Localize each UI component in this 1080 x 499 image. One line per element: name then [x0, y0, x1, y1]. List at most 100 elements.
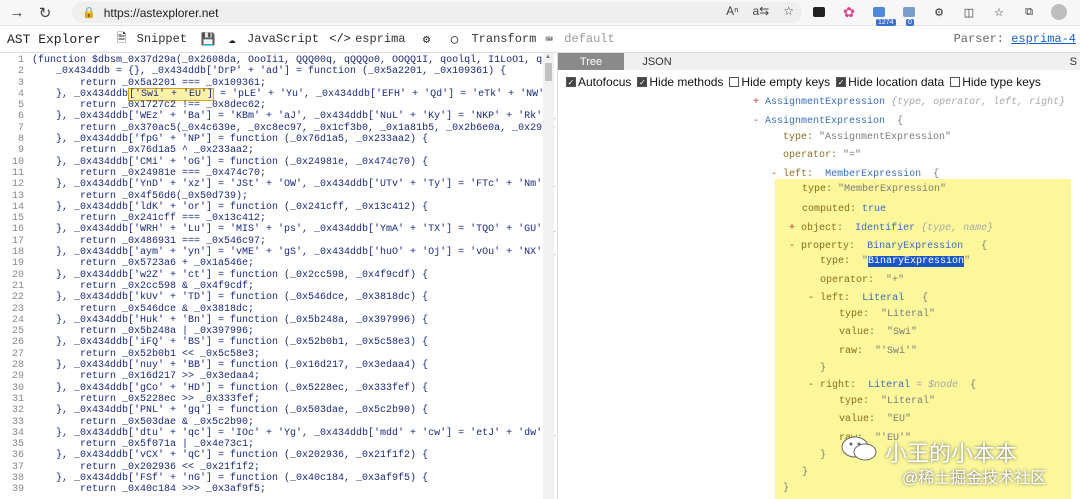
code-line[interactable]: 1 (function $dbsm_0x37d29a(_0x2608da, Ooo… [0, 55, 555, 66]
prop-value: "=" [843, 150, 862, 161]
code-line[interactable]: 10 }, _0x434ddb['CMi' + 'oG'] = function… [0, 157, 555, 168]
save-button[interactable]: 💾 [201, 32, 223, 47]
language-menu[interactable]: ☁ JavaScript [225, 32, 319, 47]
collections-icon[interactable]: ⧉ [1020, 3, 1038, 21]
collapse-toggle[interactable]: - [808, 293, 814, 304]
code-line[interactable]: 5 return _0x1727c2 !== _0x8dec62; [0, 100, 555, 111]
checkbox[interactable]: ✓ [637, 77, 648, 87]
transform-toggle[interactable]: ◯ Transform [445, 32, 536, 47]
code-line[interactable]: 27 return _0x52b0b1 << _0x5c58e3; [0, 349, 555, 360]
tab-tree[interactable]: Tree [558, 53, 624, 70]
code-line[interactable]: 11 return _0x24981e === _0x474c70; [0, 168, 555, 179]
code-line[interactable]: 30 }, _0x434ddb['gCo' + 'HD'] = function… [0, 383, 555, 394]
code-line[interactable]: 33 return _0x503dae & _0x5c2b90; [0, 417, 555, 428]
code-line[interactable]: 38 }, _0x434ddb['FSf' + 'nG'] = function… [0, 473, 555, 484]
tree-node-assignment[interactable]: - AssignmentExpression { [753, 116, 903, 127]
transform-menu[interactable]: ⌨ default [542, 32, 615, 47]
code-line[interactable]: 12 }, _0x434ddb['YnD' + 'xz'] = 'JSt' + … [0, 179, 555, 190]
tree-node-assignment-collapsed[interactable]: + AssignmentExpression {type, operator, … [753, 97, 1065, 108]
code-line[interactable]: 13 return _0x4f56d6(_0x50d739); [0, 191, 555, 202]
tree-node-literal-left[interactable]: - left: Literal { [808, 293, 928, 304]
address-bar[interactable]: 🔒 https://astexplorer.net Aⁿ a⇆ ☆ [72, 2, 802, 23]
option-hide-location-data[interactable]: ✓ Hide location data [836, 75, 944, 89]
parser-menu[interactable]: </> esprima [329, 32, 405, 46]
option-hide-empty-keys[interactable]: Hide empty keys [729, 75, 830, 89]
expand-toggle[interactable]: + [753, 97, 759, 108]
code-line[interactable]: 32 }, _0x434ddb['PNL' + 'gq'] = function… [0, 405, 555, 416]
checkbox[interactable]: ✓ [566, 77, 576, 87]
code-line[interactable]: 39 return _0x40c184 >>> _0x3af9f5; [0, 484, 555, 495]
code-line[interactable]: 21 return _0x2cc598 & _0x4f9cdf; [0, 281, 555, 292]
code-line[interactable]: 18 }, _0x434ddb['aym' + 'yn'] = 'vME' + … [0, 247, 555, 258]
read-aloud-icon[interactable]: Aⁿ [726, 4, 738, 18]
tree-node-literal-right[interactable]: - right: Literal = $node { [808, 380, 976, 391]
prop-raw: raw: "'Swi'" [839, 346, 917, 357]
url-text[interactable]: https://astexplorer.net [104, 6, 219, 20]
scroll-up-icon[interactable]: ▲ [545, 54, 551, 60]
collapse-toggle[interactable]: - [771, 169, 777, 180]
editor-scrollbar[interactable]: ▲ [543, 53, 554, 499]
tree-node-left-member[interactable]: - left: MemberExpression { [771, 169, 939, 180]
line-number: 22 [11, 292, 24, 304]
code-line[interactable]: 31 return _0x5228ec >> _0x333fef; [0, 394, 555, 405]
split-screen-icon[interactable]: ◫ [960, 3, 978, 21]
tab-json[interactable]: JSON [624, 53, 690, 70]
scroll-thumb[interactable] [545, 63, 552, 81]
option-autofocus[interactable]: ✓ Autofocus [566, 75, 631, 89]
code-line[interactable]: 22 }, _0x434ddb['kUv' + 'TD'] = function… [0, 292, 555, 303]
code-line[interactable]: 20 }, _0x434ddb['w2Z' + 'ct'] = function… [0, 270, 555, 281]
code-line[interactable]: 3 return _0x5a2201 === _0x109361; [0, 78, 555, 89]
tree-node-property[interactable]: - property: BinaryExpression { [789, 241, 987, 252]
extension-flower-icon[interactable]: ✿ [840, 3, 858, 21]
checkbox[interactable]: ✓ [836, 77, 847, 87]
code-line[interactable]: 4 }, _0x434ddb['Swi' + 'EU'] = 'pLE' + '… [0, 87, 555, 101]
code-line[interactable]: 29 return _0x16d217 >> _0x3edaa4; [0, 371, 555, 382]
collapse-toggle[interactable]: - [753, 116, 759, 127]
favorites-icon[interactable]: ☆ [990, 3, 1008, 21]
translate-icon[interactable]: a⇆ [753, 4, 770, 18]
code-line[interactable]: 9 return _0x76d1a5 ^ _0x233aa2; [0, 145, 555, 156]
code-line[interactable]: 24 }, _0x434ddb['Huk' + 'Bn'] = function… [0, 315, 555, 326]
code-line[interactable]: 35 return _0x5f071a | _0x4e73c1; [0, 439, 555, 450]
code-line[interactable]: 34 }, _0x434ddb['dtu' + 'qc'] = 'IOc' + … [0, 428, 555, 439]
code-line[interactable]: 28 }, _0x434ddb['nuy' + 'BB'] = function… [0, 360, 555, 371]
extension-black-icon[interactable] [810, 3, 828, 21]
profile-avatar[interactable] [1050, 3, 1068, 21]
option-hide-methods[interactable]: ✓ Hide methods [637, 75, 723, 89]
collapse-toggle[interactable]: - [789, 241, 795, 252]
code-line[interactable]: 37 return _0x202936 << _0x21f1f2; [0, 462, 555, 473]
code-line[interactable]: 17 return _0x486931 === _0x546c97; [0, 236, 555, 247]
code-editor[interactable]: 1 (function $dbsm_0x37d29a(_0x2608da, Ooo… [0, 53, 555, 499]
snippet-menu[interactable]: 🗎 Snippet [115, 32, 187, 47]
extension-counter-icon[interactable]: 0 [900, 3, 918, 26]
parser-settings-button[interactable]: ⚙ [419, 32, 441, 47]
code-line[interactable]: 7 return _0x370ac5(_0x4c639e, _0xc8ec97,… [0, 123, 555, 134]
tree-node-object[interactable]: + object: Identifier {type, name} [789, 223, 993, 234]
code-line[interactable]: 6 }, _0x434ddb['WEz' + 'Ba'] = 'KBm' + '… [0, 111, 555, 122]
expand-toggle[interactable]: + [789, 223, 795, 234]
option-label: Hide empty keys [741, 75, 831, 89]
collapse-toggle[interactable]: - [808, 380, 814, 391]
code-line[interactable]: 2 _0x434ddb = {}, _0x434ddb['DrP' + 'ad'… [0, 66, 555, 77]
code-line[interactable]: 25 return _0x5b248a | _0x397996; [0, 326, 555, 337]
code-line[interactable]: 15 return _0x241cff === _0x13c412; [0, 213, 555, 224]
extension-badge-icon[interactable]: 1274 [870, 3, 896, 26]
extensions-puzzle-icon[interactable]: ⚙ [930, 3, 948, 21]
watermark-site: @稀土掘金技术社区 [902, 470, 1047, 487]
checkbox[interactable] [950, 77, 961, 87]
parser-link[interactable]: esprima-4 [1011, 32, 1076, 46]
code-line[interactable]: 26 }, _0x434ddb['iFQ' + 'BS'] = function… [0, 337, 555, 348]
code-line[interactable]: 14 }, _0x434ddb['ldK' + 'or'] = function… [0, 202, 555, 213]
line-number: 29 [11, 371, 24, 383]
back-arrow-icon[interactable]: → [6, 2, 28, 24]
selected-text[interactable]: BinaryExpression [868, 256, 965, 267]
code-line[interactable]: 16 }, _0x434ddb['WRH' + 'Lu'] = 'MIS' + … [0, 224, 555, 235]
option-hide-type-keys[interactable]: Hide type keys [950, 75, 1041, 89]
code-line[interactable]: 19 return _0x5723a6 + _0x1a546e; [0, 258, 555, 269]
favorite-add-icon[interactable]: ☆ [783, 4, 794, 18]
code-line[interactable]: 8 }, _0x434ddb['fpG' + 'NP'] = function … [0, 134, 555, 145]
code-line[interactable]: 36 }, _0x434ddb['vCX' + 'qC'] = function… [0, 450, 555, 461]
checkbox[interactable] [729, 77, 740, 87]
code-line[interactable]: 23 return _0x546dce & _0x3818dc; [0, 304, 555, 315]
reload-icon[interactable]: ↻ [34, 2, 56, 24]
